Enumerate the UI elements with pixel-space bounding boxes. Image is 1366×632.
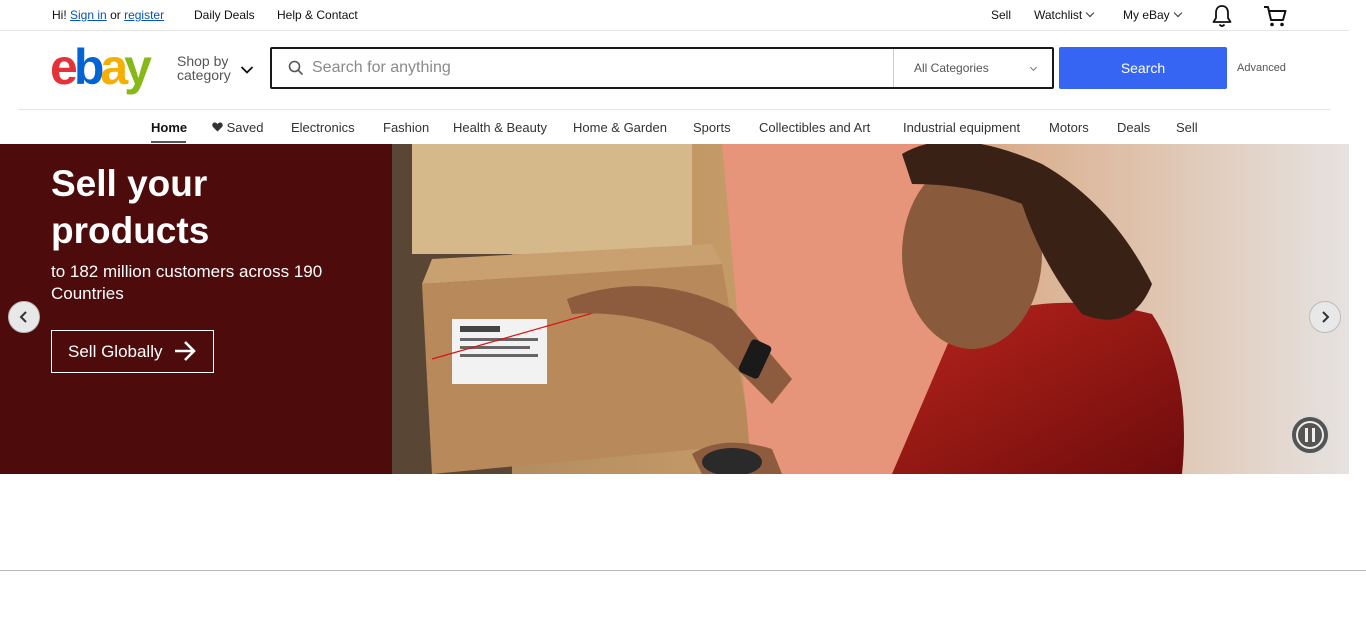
pause-icon <box>1296 421 1324 449</box>
logo-letter-e: e <box>50 39 78 95</box>
watchlist-label: Watchlist <box>1034 8 1083 22</box>
sell-link[interactable]: Sell <box>991 8 1011 22</box>
nav-item-home[interactable]: Home <box>151 120 187 135</box>
search-box: All Categories <box>270 47 1054 89</box>
chevron-left-icon <box>19 311 27 323</box>
shop-by-category-button[interactable]: Shop by category <box>177 54 231 82</box>
logo-letter-a: a <box>100 39 128 95</box>
section-divider <box>0 570 1366 571</box>
advanced-search-link[interactable]: Advanced <box>1237 62 1286 74</box>
heart-icon <box>212 122 223 132</box>
nav-item-industrial-equipment[interactable]: Industrial equipment <box>903 120 1020 135</box>
shop-by-line2: category <box>177 67 231 83</box>
logo-letter-b: b <box>73 39 104 95</box>
header-divider <box>18 109 1330 110</box>
shop-by-line1: Shop by <box>177 53 229 69</box>
help-contact-link[interactable]: Help & Contact <box>277 8 358 22</box>
chevron-down-icon[interactable] <box>240 62 254 80</box>
nav-item-sell[interactable]: Sell <box>1176 120 1198 135</box>
ebay-logo[interactable]: ebay <box>50 39 152 95</box>
carousel-next-button[interactable] <box>1309 301 1341 333</box>
nav-item-sports[interactable]: Sports <box>693 120 731 135</box>
chevron-down-icon <box>1029 63 1038 72</box>
chevron-down-icon <box>1173 8 1182 18</box>
arrow-right-icon <box>175 341 196 361</box>
carousel-prev-button[interactable] <box>8 301 40 333</box>
nav-item-saved[interactable]: Saved <box>212 120 264 135</box>
logo-letter-y: y <box>124 39 152 95</box>
nav-item-collectibles-art[interactable]: Collectibles and Art <box>759 120 870 135</box>
daily-deals-link[interactable]: Daily Deals <box>194 8 255 22</box>
nav-item-motors[interactable]: Motors <box>1049 120 1089 135</box>
cart-icon[interactable] <box>1263 4 1287 31</box>
nav-item-deals[interactable]: Deals <box>1117 120 1150 135</box>
greeting-prefix: Hi! <box>52 8 67 22</box>
nav-item-saved-label: Saved <box>226 120 264 135</box>
hero-title: Sell your products <box>51 163 210 251</box>
nav-item-home-garden[interactable]: Home & Garden <box>573 120 667 135</box>
sell-globally-button[interactable]: Sell Globally <box>51 330 214 373</box>
category-select[interactable]: All Categories <box>893 49 1054 87</box>
watchlist-menu[interactable]: Watchlist <box>1034 8 1095 22</box>
search-button[interactable]: Search <box>1059 47 1227 89</box>
hero-photo <box>392 144 1349 474</box>
greeting-or: or <box>110 8 121 22</box>
bell-icon[interactable] <box>1211 4 1233 31</box>
hero-subtitle: to 182 million customers across 190 Coun… <box>51 262 323 303</box>
category-select-value: All Categories <box>914 61 989 75</box>
chevron-right-icon <box>1322 311 1330 323</box>
carousel-pause-button[interactable] <box>1290 415 1330 455</box>
my-ebay-menu[interactable]: My eBay <box>1123 8 1182 22</box>
greeting: Hi! Sign in or register <box>52 8 164 22</box>
hero-text-panel: Sell your products to 182 million custom… <box>0 144 392 474</box>
category-nav: Home Saved Electronics Fashion Health & … <box>0 120 1349 144</box>
search-input[interactable] <box>312 55 882 81</box>
chevron-down-icon <box>1085 8 1095 18</box>
nav-item-electronics[interactable]: Electronics <box>291 120 355 135</box>
hero-carousel: Sell your products to 182 million custom… <box>0 144 1349 474</box>
top-utility-bar: Hi! Sign in or register Daily Deals Help… <box>0 0 1349 31</box>
my-ebay-label: My eBay <box>1123 8 1170 22</box>
sign-in-link[interactable]: Sign in <box>70 8 107 22</box>
sell-globally-label: Sell Globally <box>68 342 163 361</box>
nav-item-fashion[interactable]: Fashion <box>383 120 429 135</box>
nav-item-health-beauty[interactable]: Health & Beauty <box>453 120 547 135</box>
search-icon <box>288 60 304 81</box>
active-tab-indicator <box>151 141 186 143</box>
register-link[interactable]: register <box>124 8 164 22</box>
